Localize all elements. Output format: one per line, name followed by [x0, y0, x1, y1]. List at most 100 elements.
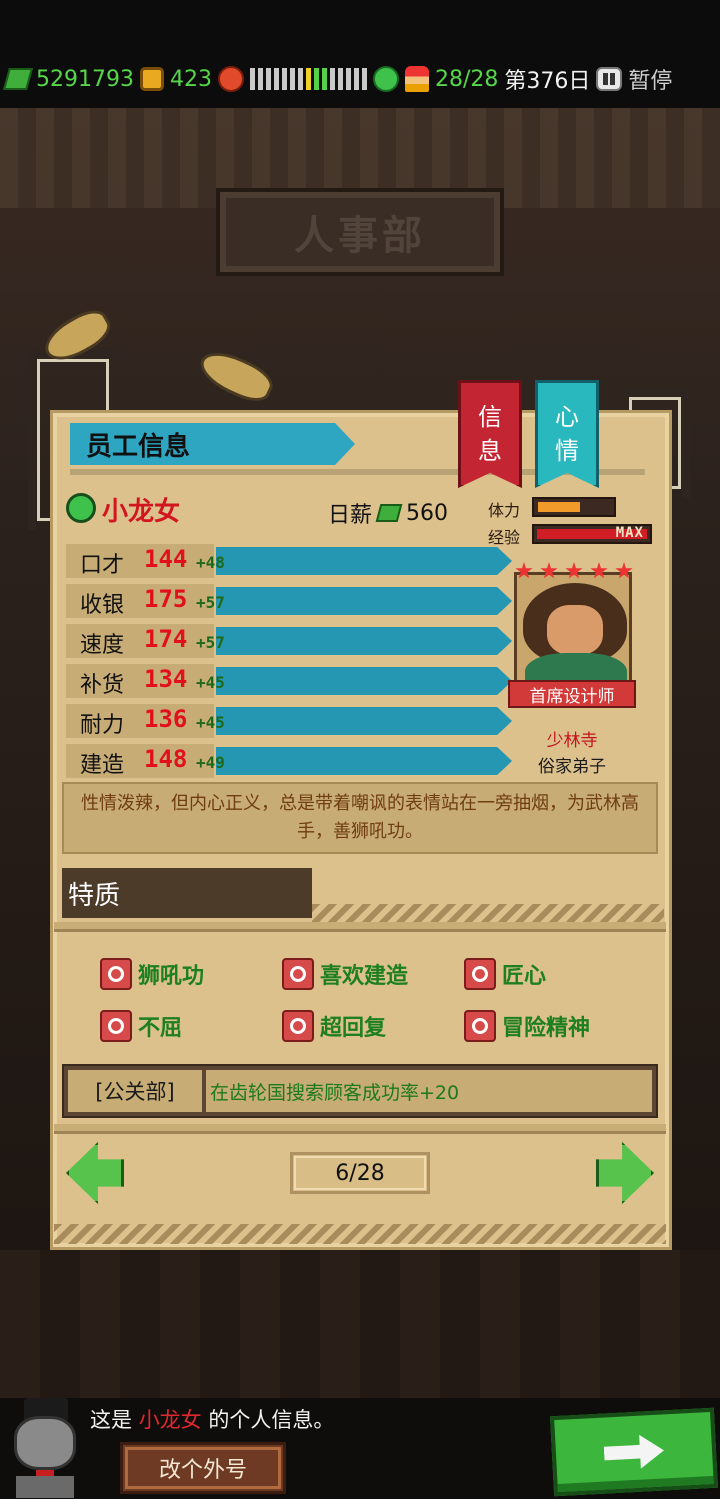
attribute-row: 耐力 136 +45	[66, 704, 516, 738]
decor-zigzag	[54, 1224, 666, 1244]
background-floor	[0, 1250, 720, 1398]
attribute-name: 建造	[80, 753, 125, 778]
attribute-value: 144	[144, 545, 188, 573]
happy-face-icon	[372, 66, 399, 92]
attribute-row: 建造 148 +49	[66, 744, 516, 778]
traits-heading: 特质	[62, 868, 312, 918]
attribute-bar	[216, 707, 512, 735]
attribute-value: 175	[144, 585, 188, 613]
mood-segment	[273, 68, 279, 90]
mood-segment	[345, 68, 351, 90]
mood-segment	[297, 68, 303, 90]
star-icon	[515, 562, 533, 579]
stamina-label: 体力	[488, 501, 521, 520]
attribute-value: 136	[144, 705, 188, 733]
attribute-bonus: +48	[196, 553, 225, 572]
dialog-employee-name: 小龙女	[138, 1408, 202, 1432]
pause-button[interactable]: 暂停	[628, 63, 672, 95]
mood-segment	[353, 68, 359, 90]
star-icon	[565, 562, 583, 579]
attribute-bonus: +49	[196, 753, 225, 772]
trait-label: 冒险精神	[502, 1016, 591, 1041]
mood-meter	[249, 68, 367, 90]
exp-bar: MAX	[532, 524, 652, 544]
trait-badge-icon	[282, 1010, 314, 1042]
panel-title: 员工信息	[70, 423, 355, 465]
attribute-value: 174	[144, 625, 188, 653]
tab-info-label: 信	[478, 403, 502, 431]
attribute-bonus: +57	[196, 633, 225, 652]
trait-label: 喜欢建造	[320, 964, 409, 989]
attribute-row: 速度 174 +57	[66, 624, 516, 658]
exp-max-text: MAX	[615, 525, 644, 541]
stamina-fill	[538, 502, 580, 512]
mood-segment	[329, 68, 335, 90]
employee-sect: 少林寺	[546, 731, 598, 751]
money-icon	[3, 68, 33, 90]
mood-segment	[281, 68, 287, 90]
tab-info[interactable]: 信 息	[458, 380, 522, 488]
trait-item[interactable]: 不屈	[100, 1010, 182, 1042]
pause-icon[interactable]	[596, 67, 623, 91]
trait-item[interactable]: 冒险精神	[464, 1010, 590, 1042]
attribute-row: 补货 134 +45	[66, 664, 516, 698]
trait-label: 狮吼功	[138, 964, 205, 989]
mood-segment	[265, 68, 271, 90]
trait-item[interactable]: 匠心	[464, 958, 546, 990]
money-icon	[375, 504, 403, 522]
tab-info-label: 息	[478, 437, 502, 465]
resource-stats: 5291793 423 28/28 第376日 暂停	[3, 62, 716, 96]
portrait-face	[547, 605, 603, 655]
trait-item[interactable]: 狮吼功	[100, 958, 204, 990]
attribute-name: 速度	[80, 633, 125, 658]
trait-badge-icon	[464, 958, 496, 990]
section-divider	[54, 922, 666, 932]
attribute-bar	[216, 587, 512, 615]
mood-segment	[305, 68, 311, 90]
rename-button[interactable]: 改个外号	[120, 1442, 286, 1494]
dialog-text: 这是 小龙女 的个人信息。	[90, 1404, 334, 1434]
trait-badge-icon	[100, 1010, 132, 1042]
mood-segment	[321, 68, 327, 90]
staff-count: 28/28	[434, 66, 499, 92]
attribute-name: 补货	[80, 673, 125, 698]
trait-item[interactable]: 喜欢建造	[282, 958, 408, 990]
trait-badge-icon	[282, 958, 314, 990]
star-icon	[590, 562, 608, 579]
dialog-prefix: 这是	[90, 1408, 139, 1432]
mood-segment	[361, 68, 367, 90]
employee-description: 性情泼辣，但内心正义，总是带着嘲讽的表情站在一旁抽烟，为武林高手，善狮吼功。	[62, 782, 658, 854]
attribute-row: 口才 144 +48	[66, 544, 516, 578]
department-row: [公关部] 在齿轮国搜索顾客成功率+20	[62, 1064, 658, 1118]
attribute-bar	[216, 667, 512, 695]
confirm-button[interactable]	[550, 1407, 718, 1497]
mood-segment	[313, 68, 319, 90]
department-name: [公关部]	[68, 1070, 202, 1112]
trait-item[interactable]: 超回复	[282, 1010, 386, 1042]
trait-label: 不屈	[138, 1016, 183, 1041]
trait-badge-icon	[464, 1010, 496, 1042]
trait-badge-icon	[100, 958, 132, 990]
coin-icon	[139, 67, 164, 91]
salary-value: 560	[406, 500, 449, 526]
mood-segment	[337, 68, 343, 90]
mood-segment	[249, 68, 255, 90]
star-rating	[515, 562, 633, 580]
mood-smile-icon	[66, 493, 96, 523]
daily-salary: 日薪 560	[328, 497, 448, 529]
attribute-bar	[216, 747, 512, 775]
money-value: 5291793	[36, 66, 134, 92]
attribute-name: 收银	[80, 593, 125, 618]
star-icon	[540, 562, 558, 579]
arrow-right-icon	[603, 1433, 665, 1470]
mood-segment	[289, 68, 295, 90]
pager-divider	[54, 1124, 666, 1134]
attribute-bonus: +45	[196, 673, 225, 692]
job-title-badge: 首席设计师	[508, 680, 636, 708]
mascot-avatar	[2, 1398, 86, 1498]
star-icon	[615, 562, 633, 579]
dialog-suffix: 的个人信息。	[201, 1408, 335, 1432]
tab-mood[interactable]: 心 情	[535, 380, 599, 488]
department-signboard: 人事部	[216, 188, 504, 276]
pager-indicator: 6/28	[290, 1152, 430, 1194]
